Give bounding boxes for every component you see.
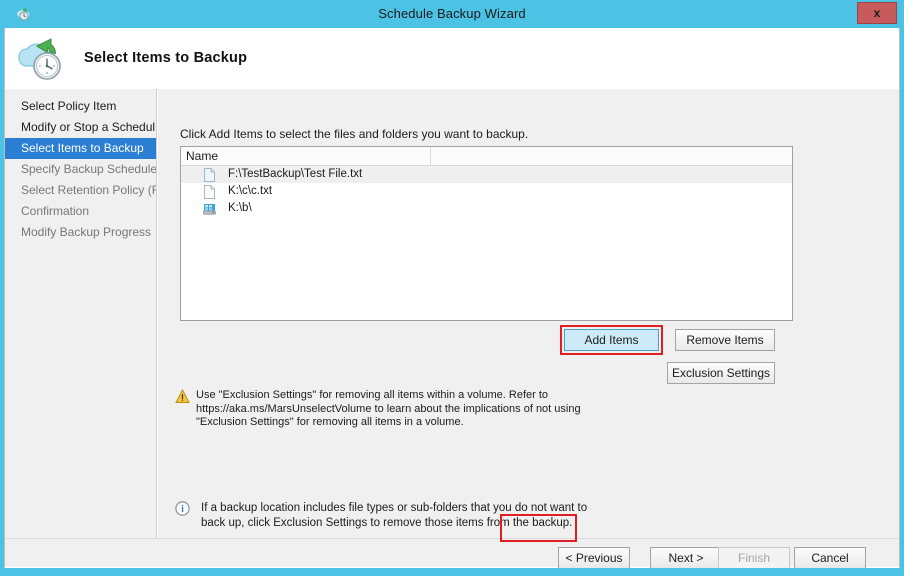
wizard-step-nav: Select Policy Item Modify or Stop a Sche… xyxy=(5,89,157,538)
content-pane: Click Add Items to select the files and … xyxy=(158,89,899,538)
window-title: Schedule Backup Wizard xyxy=(378,6,526,21)
sidebar-item-select-items-to-backup[interactable]: Select Items to Backup xyxy=(5,138,156,159)
sidebar-item-select-retention-policy[interactable]: Select Retention Policy (F... xyxy=(5,180,156,201)
column-header-name[interactable]: Name xyxy=(181,147,431,165)
exclusion-settings-button[interactable]: Exclusion Settings xyxy=(667,362,775,384)
table-row[interactable]: K:\b\ xyxy=(181,200,792,217)
add-items-button[interactable]: Add Items xyxy=(564,329,659,351)
table-row[interactable]: F:\TestBackup\Test File.txt xyxy=(181,166,792,183)
remove-items-button[interactable]: Remove Items xyxy=(675,329,775,351)
cloud-backup-clock-icon xyxy=(13,31,71,85)
page-title: Select Items to Backup xyxy=(84,50,248,66)
finish-button: Finish xyxy=(718,547,790,568)
warning-triangle-icon xyxy=(175,388,190,404)
column-header-blank[interactable] xyxy=(431,147,793,165)
list-item-label: F:\TestBackup\Test File.txt xyxy=(228,168,363,180)
sidebar-item-modify-or-stop-schedule[interactable]: Modify or Stop a Schedul... xyxy=(5,117,156,138)
window-client-area: Select Items to Backup Select Policy Ite… xyxy=(4,28,900,568)
list-item-label: K:\c\c.txt xyxy=(228,185,273,197)
list-item-label: K:\b\ xyxy=(228,202,252,214)
sidebar-item-specify-backup-schedule[interactable]: Specify Backup Schedule ... xyxy=(5,159,156,180)
instruction-text: Click Add Items to select the files and … xyxy=(180,127,529,141)
backup-items-list[interactable]: Name F:\TestBackup\Test File.txt K:\c\c.… xyxy=(180,146,793,321)
next-button[interactable]: Next > xyxy=(650,547,722,568)
previous-button[interactable]: < Previous xyxy=(558,547,630,568)
schedule-backup-wizard-window: Schedule Backup Wizard x Select Items to… xyxy=(0,0,904,576)
exclusion-info-text: If a backup location includes file types… xyxy=(201,502,588,529)
file-icon xyxy=(203,185,216,199)
sidebar-item-confirmation[interactable]: Confirmation xyxy=(5,201,156,222)
cancel-button[interactable]: Cancel xyxy=(794,547,866,568)
page-header: Select Items to Backup xyxy=(5,28,899,90)
table-row[interactable]: K:\c\c.txt xyxy=(181,183,792,200)
list-column-headers: Name xyxy=(181,147,792,166)
list-body: F:\TestBackup\Test File.txt K:\c\c.txt K… xyxy=(181,166,792,217)
sidebar-item-modify-backup-progress[interactable]: Modify Backup Progress xyxy=(5,222,156,243)
info-circle-icon xyxy=(175,501,190,516)
title-bar: Schedule Backup Wizard x xyxy=(0,0,904,28)
sidebar-item-select-policy-item[interactable]: Select Policy Item xyxy=(5,96,156,117)
wizard-footer: < Previous Next > Finish Cancel xyxy=(5,538,899,568)
drive-icon xyxy=(203,202,216,216)
file-icon xyxy=(203,168,216,182)
exclusion-warning-text: Use "Exclusion Settings" for removing al… xyxy=(196,389,581,428)
close-icon[interactable]: x xyxy=(857,2,897,24)
window-bottom-border xyxy=(0,568,904,576)
